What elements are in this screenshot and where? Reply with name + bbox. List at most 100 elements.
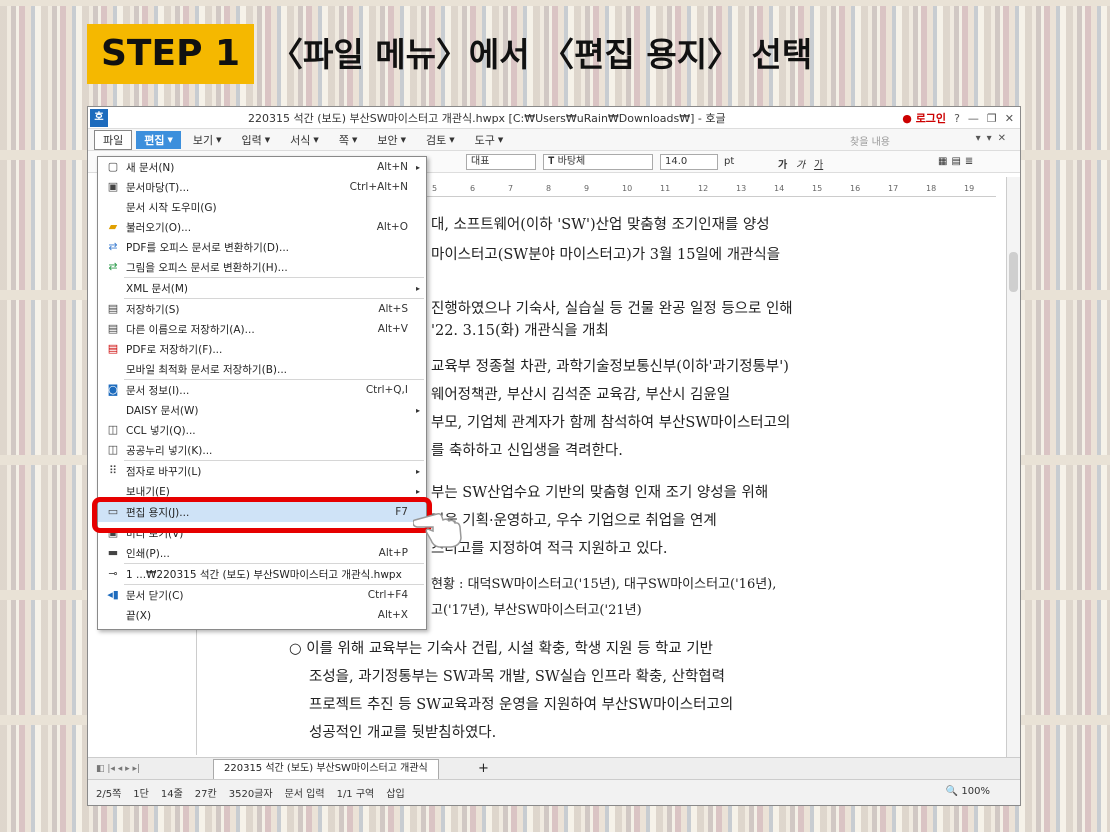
doc-line: 정을 기획·운영하고, 우수 기업으로 취업을 연계 — [431, 513, 717, 529]
page-icon: ▢ — [107, 160, 119, 173]
step-badge: STEP 1 — [87, 24, 255, 84]
menu-item-save-as[interactable]: ▤ 다른 이름으로 저장하기(A)... Alt+V — [98, 319, 426, 339]
doc-line: 웨어정책관, 부산시 김석준 교육감, 부산시 김윤일 — [431, 387, 731, 403]
ruler: 5 6 7 8 9 10 11 12 13 14 15 16 17 18 19 — [426, 183, 996, 197]
font-select[interactable]: 𝐓 바탕체 — [543, 154, 653, 170]
save-as-icon: ▤ — [107, 322, 119, 335]
menu-bar: 파일 편집 ▼ 보기 ▼ 입력 ▼ 서식 ▼ 쪽 ▼ 보안 ▼ 검토 ▼ 도구 ▼ 찾을 내용 … — [88, 129, 1020, 151]
recent-icon: ⊸ — [108, 567, 118, 580]
menubar-controls[interactable]: ▾▾✕ — [976, 133, 1012, 144]
image-convert-icon: ⇄ — [108, 260, 118, 273]
selection-highlight-box — [92, 497, 432, 533]
folder-icon: ▰ — [108, 220, 118, 233]
menu-item-pdf-convert[interactable]: ⇄ PDF를 오피스 문서로 변환하기(D)... — [98, 237, 426, 257]
doc-line: 부모, 기업체 관계자가 함께 참석하여 부산SW마이스터고의 — [431, 415, 791, 431]
doc-line: ○ 이를 위해 교육부는 기숙사 건립, 시설 확충, 학생 지원 등 학교 기… — [289, 641, 714, 657]
menu-item-recent-file[interactable]: ⊸ 1 ...₩220315 석간 (보도) 부산SW마이스터고 개관식.hwpx — [98, 564, 426, 584]
ccl-icon: ◫ — [107, 423, 119, 436]
restore-button[interactable]: ❐ — [987, 112, 997, 125]
menu-item-save-pdf[interactable]: ▤ PDF로 저장하기(F)... — [98, 339, 426, 359]
menu-item-image-convert[interactable]: ⇄ 그림을 오피스 문서로 변환하기(H)... — [98, 257, 426, 277]
status-column: 27칸 — [194, 789, 217, 800]
doc-line: 성공적인 개교를 뒷받침하였다. — [309, 725, 497, 741]
menu-item-exit[interactable]: 끝(X) Alt+X — [98, 605, 426, 625]
document-tabs: ◧ |◂ ◂ ▸ ▸| 220315 석간 (보도) 부산SW마이스터고 개관식… — [88, 757, 1020, 779]
menu-item-doc-info[interactable]: ◙ 문서 정보(I)... Ctrl+Q,I — [98, 380, 426, 400]
braille-icon: ⠿ — [108, 464, 118, 477]
scroll-thumb[interactable] — [1009, 252, 1018, 292]
doc-line: 대, 소프트웨어(이하 'SW')산업 맞춤형 조기인재를 양성 — [431, 217, 770, 233]
doc-line: 스터고를 지정하여 적극 지원하고 있다. — [431, 541, 668, 557]
menu-item-kogl[interactable]: ◫ 공공누리 넣기(K)... — [98, 440, 426, 460]
status-line: 14줄 — [160, 789, 183, 800]
size-unit-select[interactable]: pt — [724, 156, 734, 167]
menu-view[interactable]: 보기 ▼ — [185, 131, 230, 149]
step-description: 〈파일 메뉴〉에서 〈편집 용지〉 선택 — [270, 35, 813, 74]
align-buttons[interactable]: ▦▤≣ — [938, 156, 977, 167]
font-size-input[interactable]: 14.0 — [660, 154, 718, 170]
bold-button[interactable]: 가 — [778, 156, 787, 171]
doc-line: 프로젝트 추진 등 SW교육과정 운영을 지원하여 부산SW마이스터고의 — [309, 697, 734, 713]
italic-button[interactable]: 가 — [796, 156, 805, 171]
close-doc-icon: ◂▮ — [107, 588, 119, 601]
doc-line: '22. 3.15(화) 개관식을 개최 — [431, 323, 609, 339]
kogl-icon: ◫ — [107, 443, 119, 456]
menu-item-braille[interactable]: ⠿ 점자로 바꾸기(L) ▸ — [98, 461, 426, 481]
status-mode[interactable]: 문서 입력 — [285, 785, 325, 800]
window-title: 220315 석간 (보도) 부산SW마이스터고 개관식.hwpx [C:₩Us… — [248, 112, 726, 125]
menu-review[interactable]: 검토 ▼ — [418, 131, 463, 149]
menu-item-daisy[interactable]: DAISY 문서(W) ▸ — [98, 400, 426, 420]
add-tab-button[interactable]: + — [478, 761, 489, 776]
doc-line: 고('17년), 부산SW마이스터고('21년) — [431, 603, 642, 618]
menu-item-xml[interactable]: XML 문서(M) ▸ — [98, 278, 426, 298]
doc-line: 현황 : 대덕SW마이스터고('15년), 대구SW마이스터고('16년), — [431, 577, 777, 592]
style-select[interactable]: 대표 — [466, 154, 536, 170]
menu-item-open[interactable]: ▰ 불러오기(O)... Alt+O — [98, 217, 426, 237]
menu-item-new[interactable]: ▢ 새 문서(N) Alt+N ▸ — [98, 157, 426, 177]
menu-format[interactable]: 서식 ▼ — [282, 131, 327, 149]
menu-file[interactable]: 파일 — [94, 129, 133, 150]
title-bar: 호 220315 석간 (보도) 부산SW마이스터고 개관식.hwpx [C:₩… — [88, 107, 1020, 129]
status-characters: 3520글자 — [228, 789, 273, 800]
doc-line: 진행하였으나 기숙사, 실습실 등 건물 완공 일정 등으로 인해 — [431, 301, 793, 317]
underline-button[interactable]: 가 — [814, 156, 823, 171]
doc-line: 조성을, 과기정통부는 SW과목 개발, SW실습 인프라 확충, 산학협력 — [309, 669, 725, 685]
menu-item-start-wizard[interactable]: 문서 시작 도우미(G) — [98, 197, 426, 217]
status-section: 1단 — [133, 789, 149, 800]
menu-insert[interactable]: 입력 ▼ — [234, 131, 279, 149]
pointing-hand-icon — [413, 513, 462, 548]
find-input[interactable]: 찾을 내용 — [850, 133, 890, 148]
menu-item-templates[interactable]: ▣ 문서마당(T)... Ctrl+Alt+N — [98, 177, 426, 197]
menu-tools[interactable]: 도구 ▼ — [467, 131, 512, 149]
menu-item-ccl[interactable]: ◫ CCL 넣기(Q)... — [98, 420, 426, 440]
doc-line: 부는 SW산업수요 기반의 맞춤형 인재 조기 양성을 위해 — [431, 485, 769, 501]
convert-icon: ⇄ — [108, 240, 118, 253]
status-insert[interactable]: 삽입 — [386, 785, 404, 800]
close-window-button[interactable]: ✕ — [1005, 112, 1014, 125]
menu-item-print[interactable]: ▬ 인쇄(P)... Alt+P — [98, 543, 426, 563]
info-icon: ◙ — [107, 383, 119, 396]
menu-edit[interactable]: 편집 ▼ — [136, 130, 181, 149]
template-icon: ▣ — [107, 180, 119, 193]
status-bar: 2/5쪽 1단 14줄 27칸 3520글자 문서 입력 1/1 구역 삽입 🔍… — [88, 779, 1020, 805]
file-menu-dropdown: ▢ 새 문서(N) Alt+N ▸ ▣ 문서마당(T)... Ctrl+Alt+N 문서 … — [97, 156, 427, 630]
menu-page[interactable]: 쪽 ▼ — [331, 131, 366, 149]
document-tab[interactable]: 220315 석간 (보도) 부산SW마이스터고 개관식 — [213, 759, 439, 779]
vertical-scrollbar[interactable] — [1006, 177, 1020, 757]
pdf-icon: ▤ — [107, 342, 119, 355]
login-button[interactable]: ● 로그인 — [902, 110, 946, 126]
menu-item-close-doc[interactable]: ◂▮ 문서 닫기(C) Ctrl+F4 — [98, 585, 426, 605]
tab-nav-icons[interactable]: ◧ |◂ ◂ ▸ ▸| — [96, 764, 140, 774]
print-icon: ▬ — [107, 546, 119, 559]
menu-security[interactable]: 보안 ▼ — [369, 131, 414, 149]
menu-item-save-mobile[interactable]: 모바일 최적화 문서로 저장하기(B)... — [98, 359, 426, 379]
doc-line: 마이스터고(SW분야 마이스터고)가 3월 15일에 개관식을 — [431, 247, 781, 263]
save-icon: ▤ — [107, 302, 119, 315]
app-icon[interactable]: 호 — [90, 108, 108, 127]
help-icon[interactable]: ? — [954, 112, 960, 125]
doc-line: 교육부 정종철 차관, 과학기술정보통신부(이하'과기정통부') — [431, 359, 789, 375]
zoom-level[interactable]: 🔍 100% — [946, 786, 990, 797]
minimize-button[interactable]: — — [968, 112, 979, 125]
menu-item-save[interactable]: ▤ 저장하기(S) Alt+S — [98, 299, 426, 319]
status-area: 1/1 구역 — [336, 789, 375, 800]
